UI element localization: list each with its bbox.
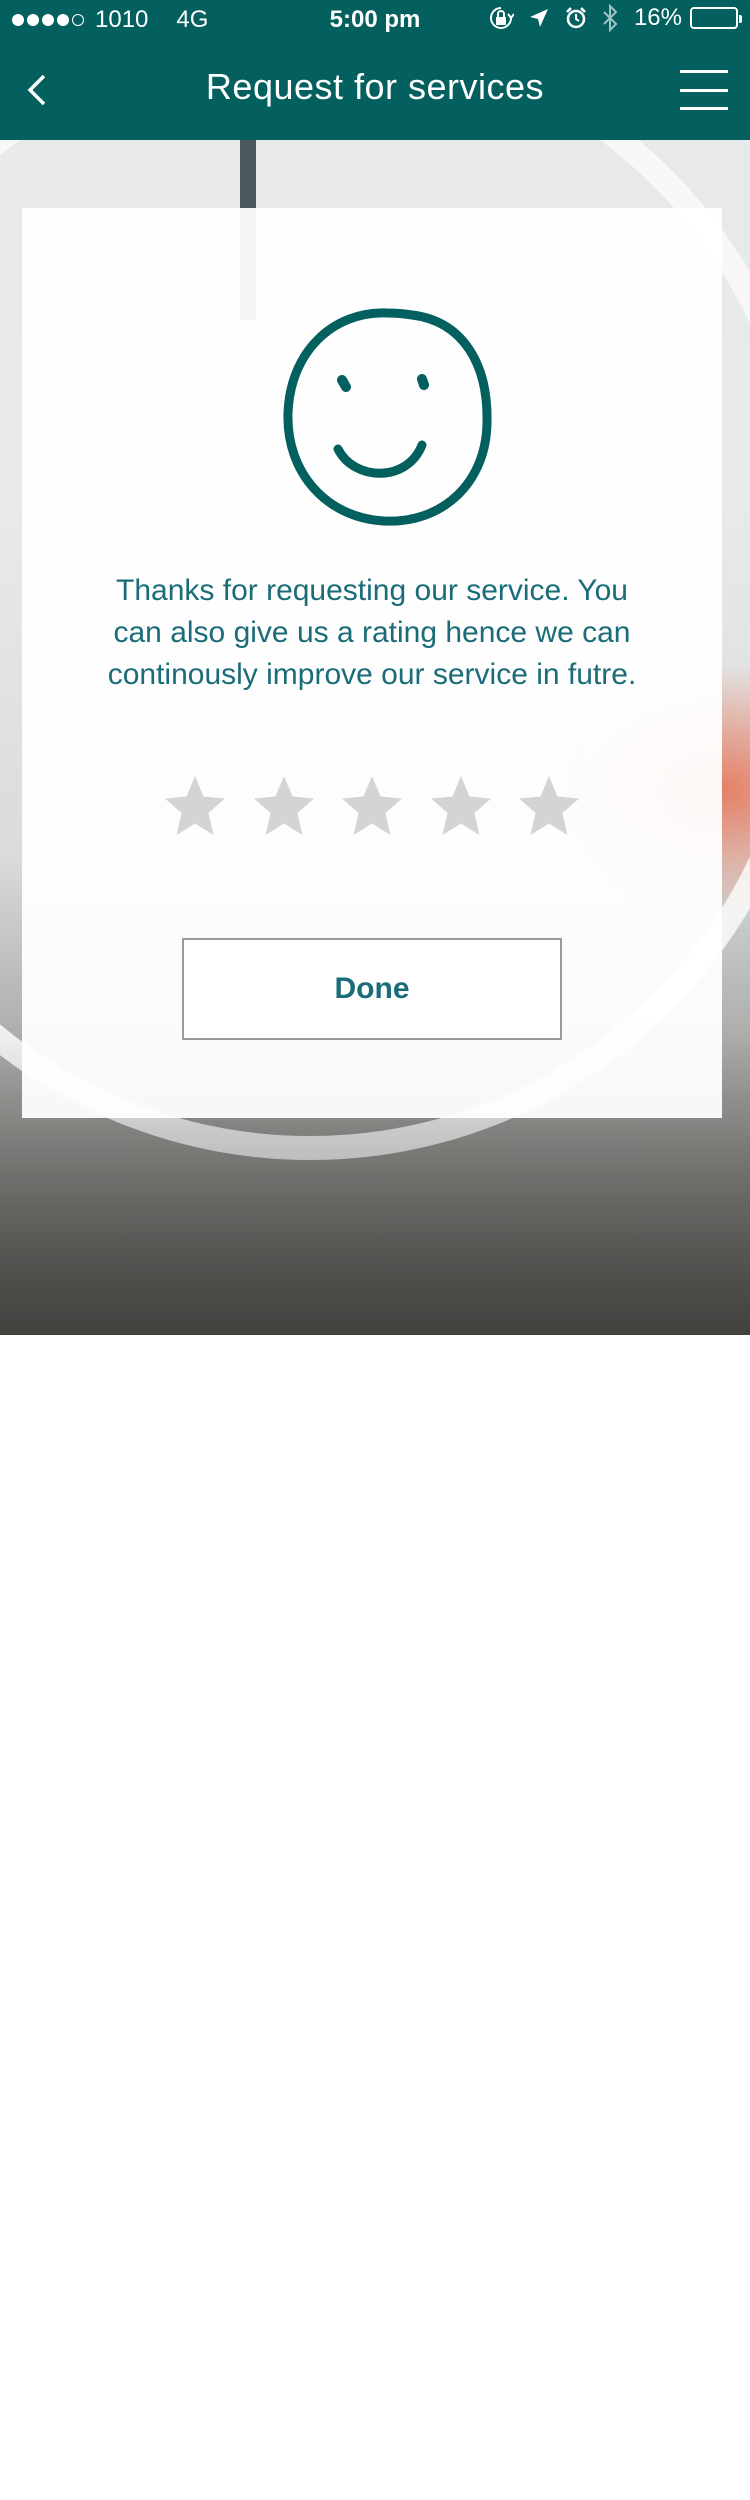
status-bar: 1010 4G 5:00 pm 16% <box>0 0 750 40</box>
battery-percent: 16% <box>633 4 682 31</box>
rating-star-icon[interactable] <box>339 773 405 839</box>
confirmation-card: Thanks for requesting our service. You c… <box>22 208 722 1118</box>
location-arrow-icon <box>528 7 550 29</box>
rotation-lock-icon <box>488 5 514 31</box>
smiley-face-icon <box>283 308 492 526</box>
hamburger-menu-button[interactable] <box>680 70 728 110</box>
done-button[interactable]: Done <box>182 938 562 1040</box>
thank-you-message: Thanks for requesting our service. You c… <box>107 574 637 691</box>
rating-star-icon[interactable] <box>251 773 317 839</box>
hamburger-menu-icon-line <box>680 70 728 73</box>
rating-star-icon[interactable] <box>428 773 494 839</box>
bluetooth-icon <box>602 4 620 32</box>
alarm-icon <box>564 6 588 30</box>
hamburger-menu-icon-line <box>680 88 728 92</box>
rating-star-icon[interactable] <box>162 773 228 839</box>
status-right: 16% <box>474 4 742 32</box>
hamburger-menu-icon-line <box>680 107 728 110</box>
battery-icon <box>690 7 742 29</box>
page-title: Request for services <box>205 66 545 107</box>
star-rating <box>162 773 582 843</box>
navigation-bar: Request for services <box>0 40 750 140</box>
rating-star-icon[interactable] <box>516 773 582 839</box>
